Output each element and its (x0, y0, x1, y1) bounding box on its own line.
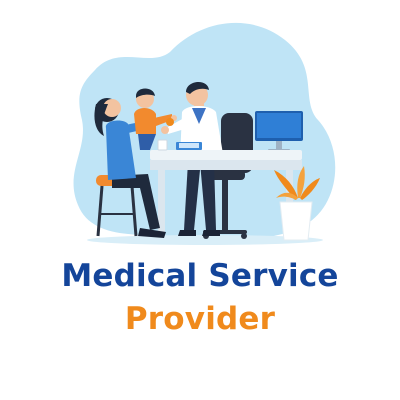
coffee-mug (157, 139, 168, 151)
medical-consultation-illustration (73, 22, 336, 245)
title-line-1: Medical Service (61, 258, 339, 294)
title-line-2: Provider (124, 301, 276, 337)
logo-canvas: Medical Service Provider (0, 0, 400, 400)
clipboard (176, 142, 202, 150)
